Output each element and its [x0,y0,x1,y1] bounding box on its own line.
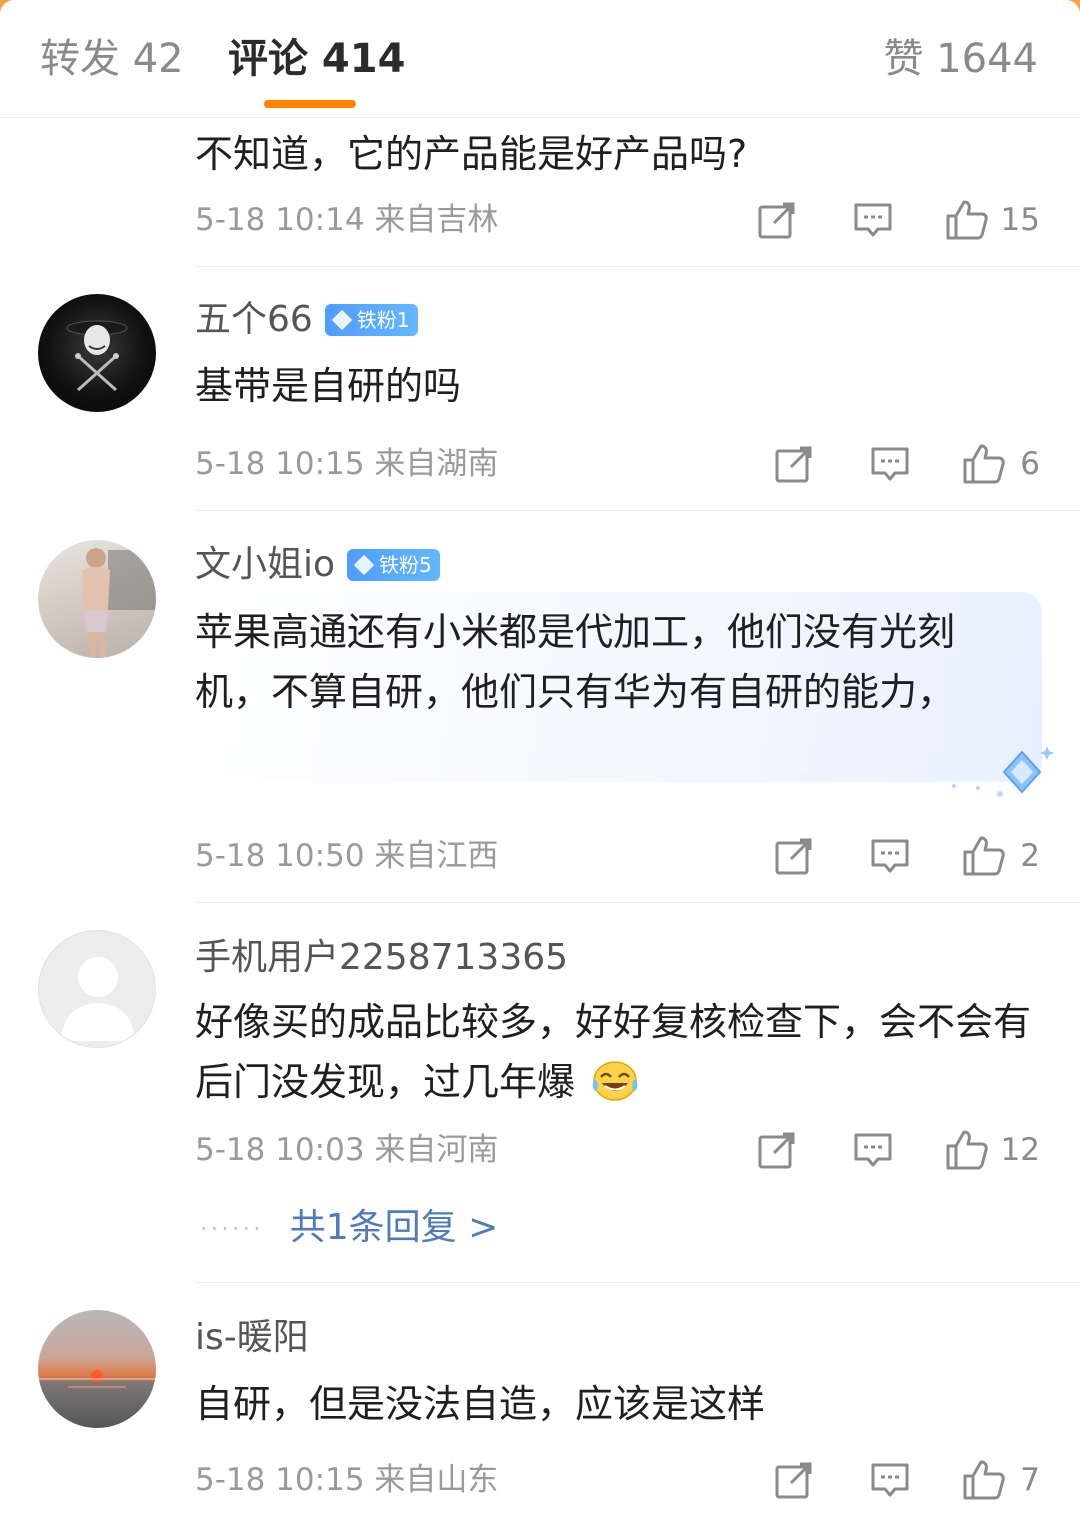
share-icon [775,446,812,483]
comment-actions: 15 [757,198,1040,242]
like-button[interactable]: 7 [962,1459,1040,1501]
reply-button[interactable] [853,1130,893,1170]
like-count: 12 [1000,1132,1040,1168]
username[interactable]: is-暖阳 [195,1316,309,1360]
replies-dots: ······ [200,1215,264,1243]
divider [194,266,1080,267]
share-button[interactable] [774,1460,814,1500]
comment-actions: 2 [774,834,1040,878]
divider [194,1282,1080,1283]
username-text: 文小姐io [195,544,336,585]
laughing-emoji-icon [592,1061,638,1101]
badge-label: 铁粉1 [356,308,410,332]
reply-icon [871,1463,909,1497]
username[interactable]: 文小姐io 铁粉5 [195,543,440,587]
divider [194,902,1080,903]
username-text: 手机用户2258713365 [195,937,569,978]
comment-meta: 5-18 10:50 来自江西 [195,838,499,874]
share-button[interactable] [757,200,797,240]
tab-likes[interactable]: 赞 1644 [883,34,1038,84]
comment-text: 基带是自研的吗 [195,364,462,408]
divider [194,510,1080,511]
comment-actions: 7 [774,1458,1040,1502]
active-tab-indicator [264,100,356,108]
reply-icon [871,447,909,481]
reply-icon [871,839,909,873]
share-button[interactable] [757,1130,797,1170]
username[interactable]: 五个66 铁粉1 [195,298,418,342]
share-icon [775,838,812,875]
reply-icon [854,203,892,237]
share-icon [758,1132,795,1169]
diamond-badge-icon [353,554,375,576]
tab-bar: 转发 42 评论 414 赞 1644 [0,0,1080,118]
username-text: 五个66 [195,299,313,340]
comment-meta: 5-18 10:15 来自湖南 [195,446,499,482]
avatar[interactable] [38,1310,156,1428]
like-count: 2 [1020,838,1040,874]
sunset-avatar-image [38,1370,156,1388]
username-text: is-暖阳 [195,1317,309,1358]
mask-avatar-image [66,320,128,392]
like-icon [946,200,988,240]
avatar[interactable] [38,540,156,658]
comment-actions: 12 [757,1128,1040,1172]
comment-actions: 6 [774,442,1040,486]
comment-meta: 5-18 10:14 来自吉林 [195,202,499,238]
reply-button[interactable] [870,444,910,484]
like-count: 15 [1000,202,1040,238]
comment-meta: 5-18 10:03 来自河南 [195,1132,499,1168]
reply-button[interactable] [870,1460,910,1500]
share-button[interactable] [774,444,814,484]
reply-button[interactable] [853,200,893,240]
like-icon [963,1460,1006,1500]
like-button[interactable]: 12 [945,1129,1040,1171]
like-count: 6 [1020,446,1040,482]
comment-text: 自研，但是没法自造，应该是这样 [195,1382,766,1426]
diamond-badge-icon [331,309,352,331]
diamond-decoration-icon [952,746,1054,797]
like-count: 7 [1020,1462,1040,1498]
share-icon [758,202,795,239]
like-button[interactable]: 15 [945,199,1040,241]
avatar[interactable] [38,294,156,412]
tab-comments[interactable]: 评论 414 [228,34,405,84]
default-avatar-icon [61,957,135,1041]
like-button[interactable]: 6 [962,443,1040,485]
badge-label: 铁粉5 [379,553,432,577]
comment-text: 苹果高通还有小米都是代加工，他们没有光刻机，不算自研，他们只有华为有自研的能力， [195,610,956,714]
replies-label: 共1条回复 > [289,1207,499,1248]
username[interactable]: 手机用户2258713365 [195,936,568,980]
person-avatar-image [82,548,156,658]
comment-text: 好像买的成品比较多，好好复核检查下，会不会有后门没发现，过几年爆 [195,992,1045,1112]
share-icon [775,1462,812,1499]
comment-meta: 5-18 10:15 来自山东 [195,1462,499,1498]
comment-text: 不知道，它的产品能是好产品吗? [195,132,748,176]
share-button[interactable] [774,836,814,876]
fan-badge[interactable]: 铁粉5 [347,549,440,581]
like-button[interactable]: 2 [962,835,1040,877]
tab-reposts[interactable]: 转发 42 [40,34,184,84]
like-icon [946,1130,988,1170]
reply-icon [854,1133,892,1167]
reply-button[interactable] [870,836,910,876]
fan-badge[interactable]: 铁粉1 [324,304,418,336]
avatar[interactable] [38,930,156,1048]
like-icon [963,444,1006,484]
view-replies-link[interactable]: ······ 共1条回复 > [200,1206,498,1251]
like-icon [963,836,1006,876]
